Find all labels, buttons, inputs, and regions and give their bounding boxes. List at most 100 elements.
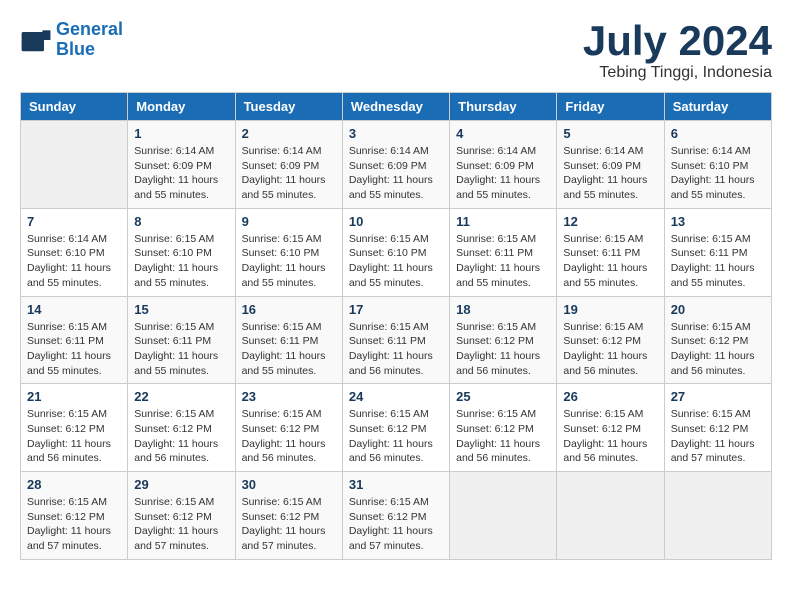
day-number: 10: [349, 214, 443, 229]
day-info: Sunrise: 6:14 AMSunset: 6:09 PMDaylight:…: [242, 144, 336, 203]
calendar-cell: 2 Sunrise: 6:14 AMSunset: 6:09 PMDaylight…: [235, 121, 342, 209]
day-number: 22: [134, 389, 228, 404]
day-number: 19: [563, 302, 657, 317]
week-row-4: 21 Sunrise: 6:15 AMSunset: 6:12 PMDayligh…: [21, 384, 772, 472]
day-number: 31: [349, 477, 443, 492]
day-number: 24: [349, 389, 443, 404]
calendar-cell: 17 Sunrise: 6:15 AMSunset: 6:11 PMDayligh…: [342, 296, 449, 384]
calendar-cell: 30 Sunrise: 6:15 AMSunset: 6:12 PMDayligh…: [235, 472, 342, 560]
day-info: Sunrise: 6:15 AMSunset: 6:12 PMDaylight:…: [349, 495, 443, 554]
day-number: 1: [134, 126, 228, 141]
calendar-cell: 14Sunrise: 6:15 AMSunset: 6:11 PMDayligh…: [21, 296, 128, 384]
calendar-cell: 24 Sunrise: 6:15 AMSunset: 6:12 PMDayligh…: [342, 384, 449, 472]
calendar-cell: 26 Sunrise: 6:15 AMSunset: 6:12 PMDayligh…: [557, 384, 664, 472]
day-info: Sunrise: 6:15 AMSunset: 6:11 PMDaylight:…: [134, 320, 228, 379]
day-info: Sunrise: 6:15 AMSunset: 6:11 PMDaylight:…: [242, 320, 336, 379]
day-number: 25: [456, 389, 550, 404]
calendar-cell: 10 Sunrise: 6:15 AMSunset: 6:10 PMDayligh…: [342, 208, 449, 296]
day-info: Sunrise: 6:15 AMSunset: 6:12 PMDaylight:…: [456, 320, 550, 379]
month-title: July 2024: [583, 20, 772, 62]
day-info: Sunrise: 6:15 AMSunset: 6:11 PMDaylight:…: [27, 320, 121, 379]
day-number: 4: [456, 126, 550, 141]
day-number: 5: [563, 126, 657, 141]
calendar-cell: 18Sunrise: 6:15 AMSunset: 6:12 PMDayligh…: [450, 296, 557, 384]
logo-blue: Blue: [56, 39, 95, 59]
calendar-cell: [557, 472, 664, 560]
column-header-monday: Monday: [128, 93, 235, 121]
day-number: 17: [349, 302, 443, 317]
calendar-cell: 19 Sunrise: 6:15 AMSunset: 6:12 PMDayligh…: [557, 296, 664, 384]
day-info: Sunrise: 6:15 AMSunset: 6:12 PMDaylight:…: [563, 407, 657, 466]
day-info: Sunrise: 6:15 AMSunset: 6:11 PMDaylight:…: [671, 232, 765, 291]
day-number: 6: [671, 126, 765, 141]
day-info: Sunrise: 6:15 AMSunset: 6:10 PMDaylight:…: [134, 232, 228, 291]
calendar-cell: 4 Sunrise: 6:14 AMSunset: 6:09 PMDaylight…: [450, 121, 557, 209]
day-info: Sunrise: 6:15 AMSunset: 6:12 PMDaylight:…: [27, 495, 121, 554]
day-info: Sunrise: 6:14 AMSunset: 6:09 PMDaylight:…: [456, 144, 550, 203]
week-row-5: 28Sunrise: 6:15 AMSunset: 6:12 PMDayligh…: [21, 472, 772, 560]
day-number: 27: [671, 389, 765, 404]
calendar-cell: 13 Sunrise: 6:15 AMSunset: 6:11 PMDayligh…: [664, 208, 771, 296]
day-number: 2: [242, 126, 336, 141]
calendar-cell: 31 Sunrise: 6:15 AMSunset: 6:12 PMDayligh…: [342, 472, 449, 560]
week-row-2: 7Sunrise: 6:14 AMSunset: 6:10 PMDaylight…: [21, 208, 772, 296]
day-info: Sunrise: 6:15 AMSunset: 6:12 PMDaylight:…: [27, 407, 121, 466]
day-number: 3: [349, 126, 443, 141]
calendar-cell: 6 Sunrise: 6:14 AMSunset: 6:10 PMDaylight…: [664, 121, 771, 209]
column-header-friday: Friday: [557, 93, 664, 121]
column-header-thursday: Thursday: [450, 93, 557, 121]
calendar-cell: 29Sunrise: 6:15 AMSunset: 6:12 PMDayligh…: [128, 472, 235, 560]
day-info: Sunrise: 6:14 AMSunset: 6:09 PMDaylight:…: [349, 144, 443, 203]
day-number: 13: [671, 214, 765, 229]
title-section: July 2024 Tebing Tinggi, Indonesia: [583, 20, 772, 82]
day-info: Sunrise: 6:15 AMSunset: 6:12 PMDaylight:…: [563, 320, 657, 379]
day-number: 11: [456, 214, 550, 229]
logo: General Blue: [20, 20, 123, 60]
calendar-cell: 8 Sunrise: 6:15 AMSunset: 6:10 PMDaylight…: [128, 208, 235, 296]
column-header-wednesday: Wednesday: [342, 93, 449, 121]
day-number: 30: [242, 477, 336, 492]
day-number: 29: [134, 477, 228, 492]
day-info: Sunrise: 6:15 AMSunset: 6:12 PMDaylight:…: [242, 495, 336, 554]
column-header-tuesday: Tuesday: [235, 93, 342, 121]
day-number: 15: [134, 302, 228, 317]
day-number: 26: [563, 389, 657, 404]
day-number: 23: [242, 389, 336, 404]
day-info: Sunrise: 6:15 AMSunset: 6:11 PMDaylight:…: [456, 232, 550, 291]
calendar-cell: 23 Sunrise: 6:15 AMSunset: 6:12 PMDayligh…: [235, 384, 342, 472]
calendar-cell: 16Sunrise: 6:15 AMSunset: 6:11 PMDayligh…: [235, 296, 342, 384]
week-row-1: 1 Sunrise: 6:14 AMSunset: 6:09 PMDaylight…: [21, 121, 772, 209]
day-number: 21: [27, 389, 121, 404]
calendar-cell: 12 Sunrise: 6:15 AMSunset: 6:11 PMDayligh…: [557, 208, 664, 296]
calendar-cell: [21, 121, 128, 209]
calendar-cell: 22 Sunrise: 6:15 AMSunset: 6:12 PMDayligh…: [128, 384, 235, 472]
column-header-sunday: Sunday: [21, 93, 128, 121]
calendar-cell: 27 Sunrise: 6:15 AMSunset: 6:12 PMDayligh…: [664, 384, 771, 472]
day-info: Sunrise: 6:15 AMSunset: 6:12 PMDaylight:…: [134, 407, 228, 466]
column-header-saturday: Saturday: [664, 93, 771, 121]
calendar-cell: 3 Sunrise: 6:14 AMSunset: 6:09 PMDaylight…: [342, 121, 449, 209]
calendar-cell: [450, 472, 557, 560]
page-header: General Blue July 2024 Tebing Tinggi, In…: [20, 20, 772, 82]
day-info: Sunrise: 6:15 AMSunset: 6:10 PMDaylight:…: [349, 232, 443, 291]
day-info: Sunrise: 6:15 AMSunset: 6:11 PMDaylight:…: [349, 320, 443, 379]
calendar-cell: 5Sunrise: 6:14 AMSunset: 6:09 PMDaylight…: [557, 121, 664, 209]
day-info: Sunrise: 6:15 AMSunset: 6:11 PMDaylight:…: [563, 232, 657, 291]
day-number: 8: [134, 214, 228, 229]
day-info: Sunrise: 6:15 AMSunset: 6:12 PMDaylight:…: [349, 407, 443, 466]
calendar-cell: 7Sunrise: 6:14 AMSunset: 6:10 PMDaylight…: [21, 208, 128, 296]
day-info: Sunrise: 6:15 AMSunset: 6:12 PMDaylight:…: [242, 407, 336, 466]
day-number: 12: [563, 214, 657, 229]
day-info: Sunrise: 6:14 AMSunset: 6:10 PMDaylight:…: [671, 144, 765, 203]
logo-icon: [20, 24, 52, 56]
calendar-cell: 9Sunrise: 6:15 AMSunset: 6:10 PMDaylight…: [235, 208, 342, 296]
calendar-body: 1 Sunrise: 6:14 AMSunset: 6:09 PMDaylight…: [21, 121, 772, 560]
calendar-header: SundayMondayTuesdayWednesdayThursdayFrid…: [21, 93, 772, 121]
day-info: Sunrise: 6:15 AMSunset: 6:12 PMDaylight:…: [456, 407, 550, 466]
week-row-3: 14Sunrise: 6:15 AMSunset: 6:11 PMDayligh…: [21, 296, 772, 384]
calendar-cell: 11 Sunrise: 6:15 AMSunset: 6:11 PMDayligh…: [450, 208, 557, 296]
day-info: Sunrise: 6:15 AMSunset: 6:10 PMDaylight:…: [242, 232, 336, 291]
day-info: Sunrise: 6:15 AMSunset: 6:12 PMDaylight:…: [671, 407, 765, 466]
day-number: 20: [671, 302, 765, 317]
calendar-table: SundayMondayTuesdayWednesdayThursdayFrid…: [20, 92, 772, 560]
